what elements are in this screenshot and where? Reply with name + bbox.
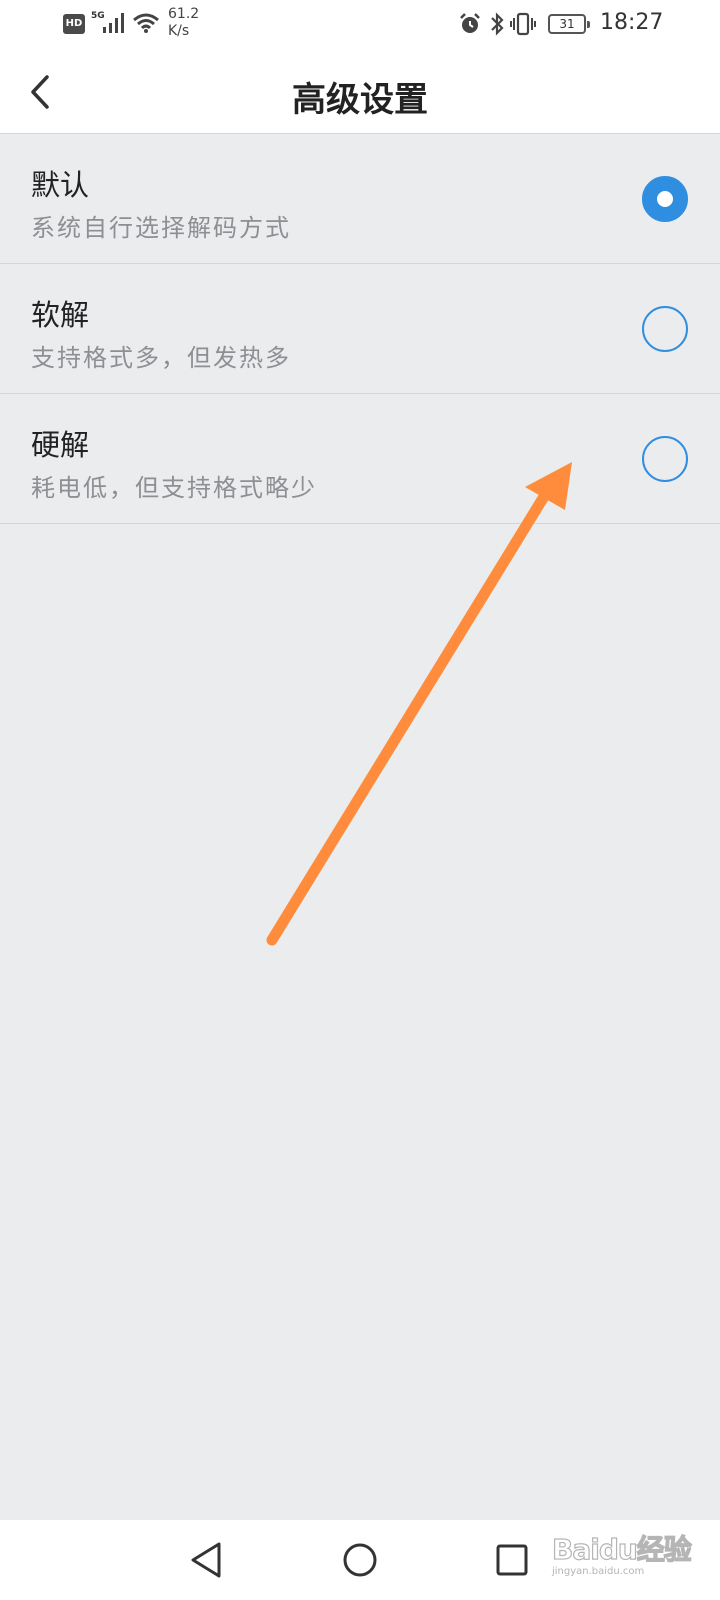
network-speed-value: 61.2 [168,6,200,22]
alarm-icon [460,13,480,33]
watermark-url: jingyan.baidu.com [552,1566,645,1577]
clock: 18:27 [600,10,664,35]
option-hardware-decode[interactable]: 硬解 耗电低，但支持格式略少 [0,394,720,524]
option-title: 硬解 [31,428,90,462]
circle-home-icon [343,1543,377,1577]
option-title: 软解 [31,298,90,332]
signal-icon [103,13,124,33]
status-bar: HD 5G 61.2 K/s 31 18:27 [0,0,720,50]
wifi-icon [133,13,159,33]
watermark-logo: Baidu经验 [551,1532,692,1566]
option-title: 默认 [31,168,90,202]
hd-badge: HD [63,14,85,34]
option-description: 支持格式多，但发热多 [31,344,291,372]
app-bar: 高级设置 [0,50,720,134]
screen: HD 5G 61.2 K/s 31 18:27 高级设置 默认 系统自行选择解码… [0,0,720,1600]
network-speed-unit: K/s [168,23,190,39]
radio-button[interactable] [642,436,688,482]
triangle-back-icon [191,1542,221,1578]
battery-icon: 31 [548,14,590,34]
decode-option-list: 默认 系统自行选择解码方式 软解 支持格式多，但发热多 硬解 耗电低，但支持格式… [0,134,720,524]
bluetooth-icon [491,12,504,36]
nav-home-button[interactable] [336,1536,384,1584]
option-software-decode[interactable]: 软解 支持格式多，但发热多 [0,264,720,394]
vibrate-icon [510,12,536,36]
option-description: 系统自行选择解码方式 [31,214,291,242]
radio-button[interactable] [642,306,688,352]
nav-recent-apps-button[interactable] [488,1536,536,1584]
nav-back-button[interactable] [182,1536,230,1584]
baidu-watermark: Baidu经验 jingyan.baidu.com [551,1522,692,1582]
option-description: 耗电低，但支持格式略少 [31,474,317,502]
radio-button-selected[interactable] [642,176,688,222]
network-speed: 61.2 K/s [168,6,204,40]
option-default[interactable]: 默认 系统自行选择解码方式 [0,134,720,264]
square-recents-icon [496,1544,528,1576]
page-title: 高级设置 [292,80,428,120]
